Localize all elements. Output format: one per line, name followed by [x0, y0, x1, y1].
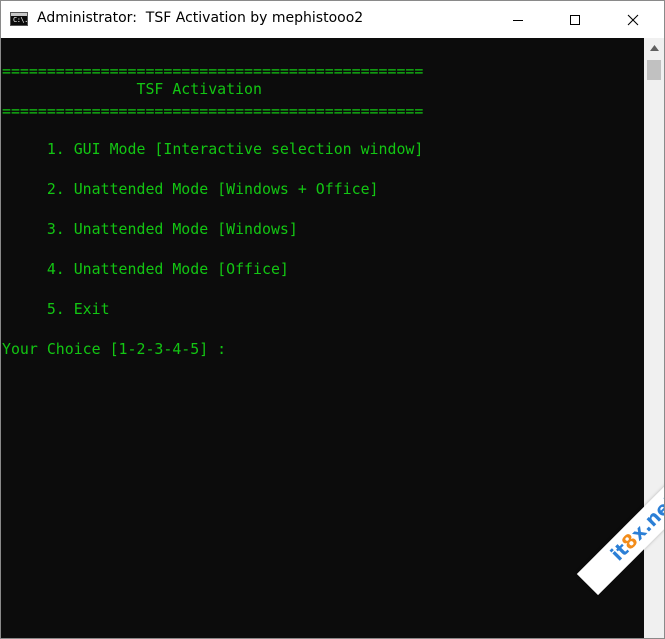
- cmd-icon[interactable]: C:\.: [10, 12, 28, 26]
- menu-option-exit: 5. Exit: [2, 300, 110, 318]
- vertical-scrollbar[interactable]: [644, 38, 664, 638]
- chevron-up-icon: [649, 45, 659, 51]
- separator-bottom: ========================================…: [2, 102, 424, 120]
- menu-option-windows: 3. Unattended Mode [Windows]: [2, 220, 298, 238]
- close-icon: [627, 14, 639, 25]
- scroll-thumb[interactable]: [647, 60, 661, 80]
- minimize-button[interactable]: [495, 1, 541, 38]
- menu-header: TSF Activation: [2, 80, 262, 98]
- maximize-button[interactable]: [552, 1, 598, 38]
- separator-top: ========================================…: [2, 62, 424, 80]
- maximize-icon: [570, 14, 580, 25]
- console-window: C:\. Administrator: TSF Activation by me…: [0, 0, 665, 639]
- close-button[interactable]: [610, 1, 656, 38]
- cmd-icon-glyph: C:\.: [13, 16, 28, 24]
- menu-option-windows-office: 2. Unattended Mode [Windows + Office]: [2, 180, 379, 198]
- menu-option-office: 4. Unattended Mode [Office]: [2, 260, 289, 278]
- title-bar[interactable]: C:\. Administrator: TSF Activation by me…: [1, 1, 664, 38]
- console-output[interactable]: ========================================…: [1, 38, 644, 638]
- window-title: Administrator: TSF Activation by mephist…: [37, 10, 364, 26]
- choice-prompt[interactable]: Your Choice [1-2-3-4-5] :: [2, 339, 226, 359]
- menu-option-gui: 1. GUI Mode [Interactive selection windo…: [2, 140, 424, 158]
- scroll-up-button[interactable]: [644, 38, 664, 58]
- minimize-icon: [513, 19, 523, 21]
